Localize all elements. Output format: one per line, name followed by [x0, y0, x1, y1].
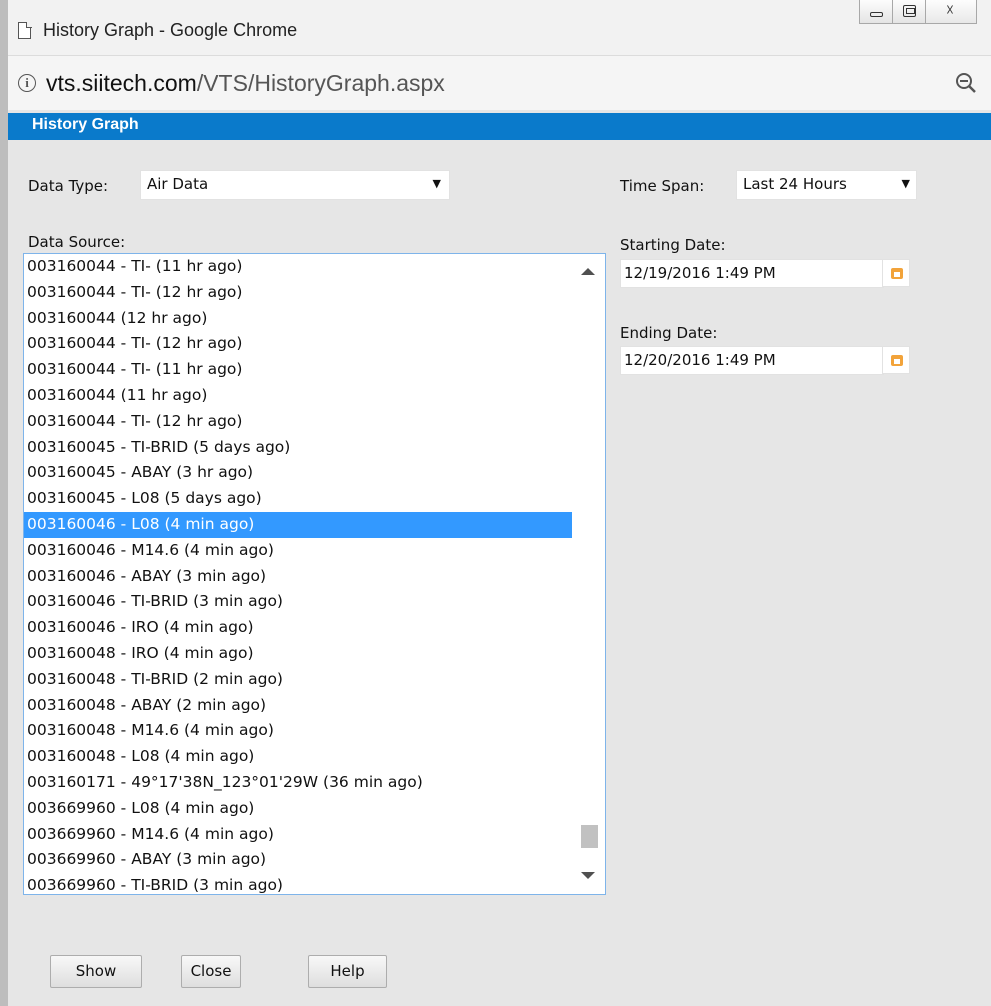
maximize-button[interactable] — [892, 0, 926, 24]
data-source-label: Data Source: — [28, 233, 126, 251]
data-source-listbox[interactable]: 003160044 - TI- (11 hr ago) 003160044 - T… — [23, 253, 606, 895]
url-host: vts.siitech.com — [46, 70, 197, 96]
starting-date-calendar-button[interactable] — [882, 259, 910, 287]
scrollbar-thumb[interactable] — [581, 825, 598, 848]
maximize-icon — [903, 5, 916, 17]
list-item[interactable]: 003160046 - ABAY (3 min ago) — [24, 564, 572, 590]
calendar-icon — [891, 355, 903, 366]
list-item[interactable]: 003160045 - TI-BRID (5 days ago) — [24, 435, 572, 461]
close-window-button[interactable]: ☓ — [925, 0, 977, 24]
page-header: History Graph — [8, 113, 991, 140]
show-button[interactable]: Show — [50, 955, 142, 988]
list-item[interactable]: 003669960 - TI-BRID (3 min ago) — [24, 873, 572, 894]
time-span-select[interactable]: Last 24 Hours ▼ — [736, 170, 917, 200]
list-item[interactable]: 003160044 (12 hr ago) — [24, 306, 572, 332]
list-item[interactable]: 003160046 - TI-BRID (3 min ago) — [24, 589, 572, 615]
dropdown-arrow-icon: ▼ — [901, 177, 910, 190]
list-item[interactable]: 003160044 - TI- (12 hr ago) — [24, 409, 572, 435]
list-item[interactable]: 003160048 - ABAY (2 min ago) — [24, 693, 572, 719]
dropdown-arrow-icon: ▼ — [432, 177, 441, 190]
list-item[interactable]: 003160045 - L08 (5 days ago) — [24, 486, 572, 512]
list-item[interactable]: 003160048 - L08 (4 min ago) — [24, 744, 572, 770]
ending-date-field[interactable]: 12/20/2016 1:49 PM — [620, 346, 884, 375]
time-span-label: Time Span: — [620, 177, 705, 195]
minimize-button[interactable] — [859, 0, 893, 24]
starting-date-label: Starting Date: — [620, 236, 726, 254]
list-item[interactable]: 003669960 - L08 (4 min ago) — [24, 796, 572, 822]
address-bar[interactable]: i vts.siitech.com/VTS/HistoryGraph.aspx — [8, 56, 991, 110]
data-type-value: Air Data — [147, 175, 209, 193]
zoom-out-icon[interactable] — [955, 72, 977, 94]
list-item[interactable]: 003160048 - TI-BRID (2 min ago) — [24, 667, 572, 693]
list-item[interactable]: 003160046 - M14.6 (4 min ago) — [24, 538, 572, 564]
list-item[interactable]: 003160044 (11 hr ago) — [24, 383, 572, 409]
list-item[interactable]: 003160046 - IRO (4 min ago) — [24, 615, 572, 641]
ending-date-label: Ending Date: — [620, 324, 718, 342]
scroll-down-arrow-icon[interactable] — [581, 872, 595, 879]
list-item[interactable]: 003669960 - ABAY (3 min ago) — [24, 847, 572, 873]
page-icon — [18, 21, 32, 39]
url-text[interactable]: vts.siitech.com/VTS/HistoryGraph.aspx — [46, 70, 445, 97]
list-item[interactable]: 003160048 - M14.6 (4 min ago) — [24, 718, 572, 744]
url-path: /VTS/HistoryGraph.aspx — [196, 70, 445, 96]
data-type-select[interactable]: Air Data ▼ — [140, 170, 450, 200]
close-icon: ☓ — [946, 1, 954, 19]
ending-date-calendar-button[interactable] — [882, 346, 910, 374]
window-controls: ☓ — [859, 0, 977, 24]
minimize-icon — [870, 12, 883, 17]
list-item[interactable]: 003160045 - ABAY (3 hr ago) — [24, 460, 572, 486]
list-item[interactable]: 003160044 - TI- (12 hr ago) — [24, 331, 572, 357]
title-bar: History Graph - Google Chrome ☓ — [8, 0, 991, 56]
listbox-scrollbar[interactable] — [572, 254, 605, 894]
calendar-icon — [891, 268, 903, 279]
time-span-value: Last 24 Hours — [743, 175, 847, 193]
list-item[interactable]: 003160046 - L08 (4 min ago) — [24, 511, 572, 538]
list-item[interactable]: 003160044 - TI- (11 hr ago) — [24, 357, 572, 383]
data-type-label: Data Type: — [28, 177, 109, 195]
data-source-items: 003160044 - TI- (11 hr ago) 003160044 - T… — [24, 254, 572, 894]
list-item[interactable]: 003669960 - M14.6 (4 min ago) — [24, 822, 572, 848]
starting-date-field[interactable]: 12/19/2016 1:49 PM — [620, 259, 884, 288]
scroll-up-arrow-icon[interactable] — [581, 268, 595, 275]
list-item[interactable]: 003160171 - 49°17'38N_123°01'29W (36 min… — [24, 770, 572, 796]
list-item[interactable]: 003160048 - IRO (4 min ago) — [24, 641, 572, 667]
list-item[interactable]: 003160044 - TI- (11 hr ago) — [24, 254, 572, 280]
browser-window: History Graph - Google Chrome ☓ i vts.si… — [0, 0, 991, 1006]
close-button[interactable]: Close — [181, 955, 241, 988]
help-button[interactable]: Help — [308, 955, 387, 988]
window-title: History Graph - Google Chrome — [43, 20, 298, 40]
list-item[interactable]: 003160044 - TI- (12 hr ago) — [24, 280, 572, 306]
info-icon[interactable]: i — [18, 74, 36, 92]
